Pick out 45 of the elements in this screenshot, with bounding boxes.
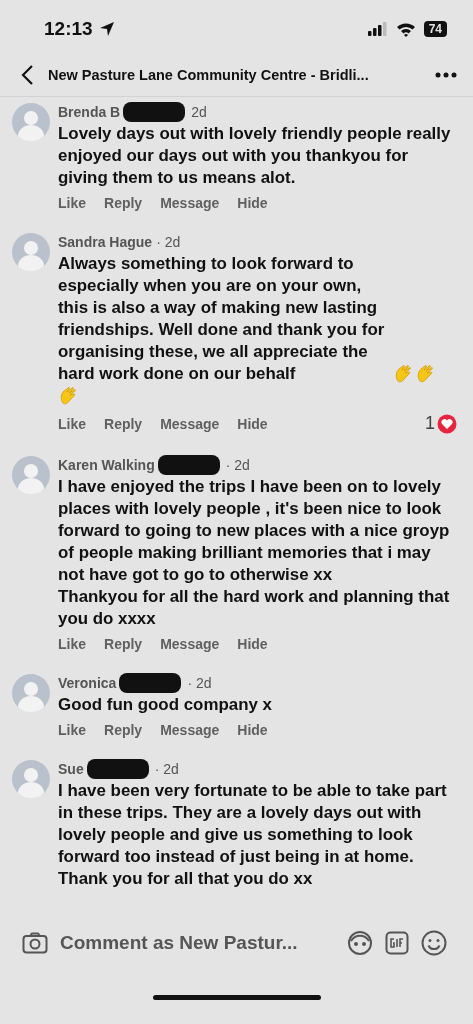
comment-action-link[interactable]: Hide — [237, 195, 268, 211]
battery-level: 74 — [423, 21, 447, 37]
more-icon[interactable] — [435, 72, 457, 78]
comment-action-link[interactable]: Reply — [104, 195, 143, 211]
comment-time: · 2d — [154, 761, 179, 777]
avatar-sticker-icon[interactable] — [347, 930, 373, 956]
location-arrow-icon — [98, 21, 115, 37]
comment-action-link[interactable]: Like — [58, 636, 86, 652]
comment-action-link[interactable]: Message — [160, 722, 220, 738]
comment-time: 2d — [191, 104, 207, 120]
comment-action-link[interactable]: Message — [160, 636, 220, 652]
signal-icon — [367, 22, 390, 36]
comment-action-link[interactable]: Hide — [237, 415, 268, 432]
comment-action-link[interactable]: Message — [160, 415, 220, 432]
camera-icon[interactable] — [22, 932, 48, 954]
comment-text: Good fun good company x — [58, 695, 272, 714]
wifi-icon — [395, 21, 416, 37]
comment-input[interactable]: Comment as New Pastur... — [60, 932, 335, 954]
comment-text: I have enjoyed the trips I have been on to lovely places with lovely people , it's been nice to look forward to going to new places with a nice groyp of people making brilliant memories that i may not have got to go to otherwise xx Thankyou for all the hard work and planning that you do xxxx — [58, 477, 450, 628]
author-name[interactable]: Sandra Hague — [58, 234, 153, 250]
comment-action-link[interactable]: Message — [160, 195, 220, 211]
comment-action-link[interactable]: Like — [58, 722, 86, 738]
comment-action-link[interactable]: Reply — [104, 415, 143, 432]
comment-action-link[interactable]: Hide — [237, 636, 268, 652]
comment-action-link[interactable]: Like — [58, 195, 86, 211]
comment-action-link[interactable]: Reply — [104, 722, 143, 738]
author-name[interactable]: Veronica — [58, 675, 117, 691]
comment-time: · 2d — [187, 675, 212, 691]
back-icon[interactable] — [20, 64, 34, 86]
reaction-count[interactable]: 1 — [425, 413, 435, 434]
comment-time: · 2d — [225, 457, 250, 473]
comment-text: Always something to look forward to especially when you are on your own, this is also a way of making new lasting friendships. Well done and thank you for organising these, we all appreciate the hard work done on our behalf — [58, 253, 386, 385]
comment-action-link[interactable]: Hide — [237, 722, 268, 738]
author-name[interactable]: Brenda B — [58, 104, 121, 120]
gif-icon[interactable] — [385, 931, 409, 955]
comment-text: Lovely days out with lovely friendly people really enjoyed our days out with you thankyou for giving them to us means alot. — [58, 124, 451, 187]
comment-action-link[interactable]: Reply — [104, 636, 143, 652]
comment-text: I have been very fortunate to be able to take part in these trips. They are a lovely days out with lovely people and give us something to look forward too instead of just being in at home. Thank you for all that you do xx — [58, 781, 447, 888]
status-time: 12:13 — [44, 18, 93, 40]
page-title: New Pasture Lane Community Centre - Bridli... — [48, 67, 370, 83]
author-name[interactable]: Sue — [58, 761, 84, 777]
comment-action-link[interactable]: Like — [58, 415, 86, 432]
emoji-icon[interactable] — [421, 930, 447, 956]
author-name[interactable]: Karen Walking — [58, 457, 155, 473]
comment-time: · 2d — [156, 234, 181, 250]
